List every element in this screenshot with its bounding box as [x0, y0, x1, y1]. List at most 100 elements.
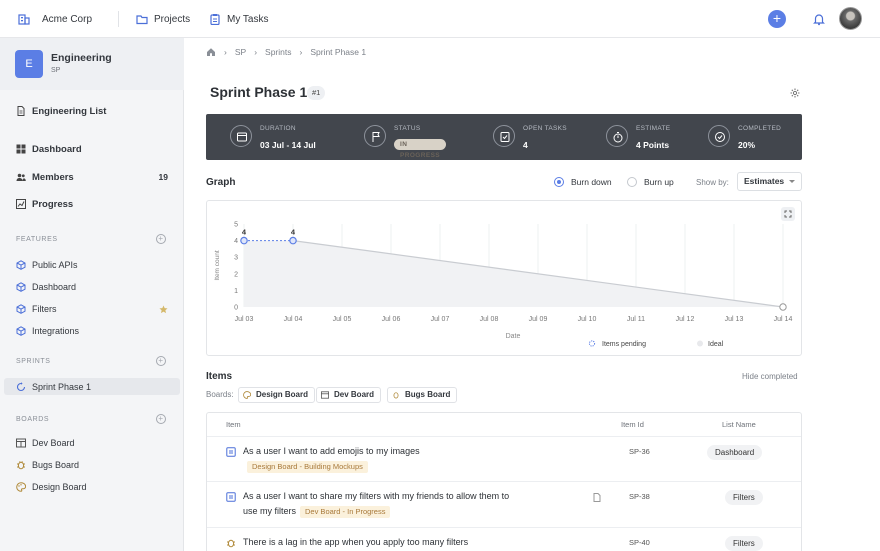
- breadcrumb-item[interactable]: SP: [235, 47, 246, 57]
- sidebar-item-label: Dev Board: [32, 438, 75, 448]
- board-icon: [321, 391, 329, 399]
- radio-selected: [554, 177, 564, 187]
- y-tick-label: 0: [234, 305, 238, 312]
- breadcrumb-separator: ›: [299, 47, 303, 57]
- cube-icon: [16, 326, 26, 336]
- table-row[interactable]: There is a lag in the app when you apply…: [243, 535, 468, 550]
- my-tasks-link[interactable]: My Tasks: [209, 10, 269, 28]
- legend-swatch-ideal: [697, 340, 703, 347]
- pending-point: [289, 236, 297, 245]
- add-board-icon[interactable]: +: [156, 414, 166, 424]
- stat-value: 03 Jul - 14 Jul: [260, 140, 316, 150]
- add-sprint-icon[interactable]: +: [156, 356, 166, 366]
- list-name-pill[interactable]: Filters: [725, 536, 763, 551]
- task-title: As a user I want to add emojis to my ima…: [243, 446, 420, 456]
- board-tag-bugs[interactable]: Bugs Board: [387, 387, 458, 403]
- bug-icon: [393, 392, 399, 399]
- row-divider: [207, 527, 801, 528]
- home-icon[interactable]: [206, 47, 216, 57]
- pending-point: [240, 236, 248, 245]
- legend-label-ideal: Ideal: [708, 341, 724, 348]
- checklist-icon: [493, 125, 515, 147]
- stat-value: 20%: [738, 140, 756, 150]
- sidebar-item-integrations[interactable]: Integrations: [16, 323, 168, 339]
- list-name-pill[interactable]: Filters: [725, 490, 763, 505]
- bug-icon: [227, 539, 235, 548]
- add-button[interactable]: +: [768, 10, 786, 28]
- y-tick-label: 2: [234, 271, 238, 278]
- breadcrumb-separator: ›: [254, 47, 258, 57]
- project-badge: E: [15, 50, 43, 78]
- item-id: SP-38: [629, 492, 650, 501]
- board-status-tag: Dev Board - In Progress: [300, 506, 391, 518]
- column-header-item-id[interactable]: Item Id: [621, 420, 644, 429]
- breadcrumb-item: Sprint Phase 1: [310, 47, 367, 57]
- projects-link[interactable]: Projects: [136, 10, 190, 28]
- breadcrumb-item[interactable]: Sprints: [265, 47, 291, 57]
- table-row[interactable]: As a user I want to add emojis to my ima…: [243, 444, 420, 474]
- sidebar-item-members[interactable]: Members 19: [16, 169, 168, 185]
- board-icon: [16, 438, 26, 448]
- org-name: Acme Corp: [42, 13, 93, 25]
- show-by-label: Show by:: [696, 178, 729, 187]
- table-row[interactable]: As a user I want to share my filters wit…: [243, 489, 509, 519]
- burn-down-radio[interactable]: Burn down: [554, 177, 612, 187]
- org-switcher[interactable]: Acme Corp: [18, 10, 92, 28]
- sidebar-item-sprint-phase-1[interactable]: Sprint Phase 1: [16, 379, 168, 395]
- boards-label: Boards:: [206, 390, 234, 399]
- breadcrumb-separator: ›: [224, 47, 227, 57]
- sidebar-item-engineering-list[interactable]: Engineering List: [16, 103, 168, 119]
- board-tag-label: Design Board: [256, 390, 309, 399]
- sidebar-item-dashboard[interactable]: Dashboard: [16, 141, 168, 157]
- features-heading: FEATURES +: [16, 234, 166, 244]
- graph-heading: Graph: [206, 177, 236, 188]
- sidebar-item-label: Engineering List: [32, 105, 107, 117]
- y-tick-label: 5: [234, 222, 238, 229]
- burn-up-radio[interactable]: Burn up: [627, 177, 674, 187]
- list-name-pill[interactable]: Dashboard: [707, 445, 763, 460]
- show-by-select[interactable]: Estimates: [737, 172, 802, 191]
- story-icon: [226, 447, 236, 457]
- x-tick-label: Jul 06: [382, 316, 401, 323]
- projects-label: Projects: [154, 13, 191, 25]
- sidebar-item-dev-board[interactable]: Dev Board: [16, 435, 168, 451]
- palette-icon: [16, 482, 26, 492]
- avatar[interactable]: [839, 7, 862, 30]
- stat-label: STATUS: [394, 125, 421, 132]
- data-label: 4: [242, 228, 247, 237]
- sidebar-item-bugs-board[interactable]: Bugs Board: [16, 457, 168, 473]
- sidebar-item-filters[interactable]: Filters: [16, 301, 168, 317]
- check-circle-icon: [708, 125, 730, 147]
- board-tag-label: Bugs Board: [405, 390, 451, 399]
- chart-icon: [16, 199, 26, 209]
- sidebar-item-public-apis[interactable]: Public APIs: [16, 257, 168, 273]
- top-bar: Acme Corp Projects My Tasks +: [0, 0, 880, 38]
- column-header-list-name[interactable]: List Name: [722, 420, 756, 429]
- palette-icon: [243, 391, 251, 399]
- building-icon: [18, 14, 30, 25]
- hide-completed-link[interactable]: Hide completed: [742, 372, 798, 381]
- sidebar-item-feature-dashboard[interactable]: Dashboard: [16, 279, 168, 295]
- project-key: SP: [51, 67, 61, 74]
- star-icon[interactable]: [159, 304, 168, 314]
- item-id: SP-40: [629, 538, 650, 547]
- board-tag-design[interactable]: Design Board: [238, 387, 316, 403]
- flag-icon: [364, 125, 386, 147]
- board-tag-dev[interactable]: Dev Board: [316, 387, 382, 403]
- bell-icon[interactable]: [812, 12, 826, 26]
- features-heading-label: FEATURES: [16, 236, 58, 243]
- stat-label: DURATION: [260, 125, 296, 132]
- stat-label: COMPLETED: [738, 125, 782, 132]
- burn-down-label: Burn down: [571, 177, 612, 187]
- burndown-chart: Jul 03 Jul 04 Jul 05 Jul 06 Jul 07 Jul 08 Jul …: [214, 222, 792, 349]
- sidebar-item-label: Design Board: [32, 482, 87, 492]
- gear-icon[interactable]: [790, 88, 800, 98]
- sidebar-item-design-board[interactable]: Design Board: [16, 479, 168, 495]
- project-header[interactable]: E Engineering SP: [0, 38, 184, 90]
- sidebar-item-label: Sprint Phase 1: [32, 382, 92, 392]
- add-feature-icon[interactable]: +: [156, 234, 166, 244]
- sidebar-item-progress[interactable]: Progress: [16, 196, 168, 212]
- story-icon: [226, 492, 236, 502]
- stat-value: 4: [523, 140, 528, 150]
- column-header-item[interactable]: Item: [226, 420, 241, 429]
